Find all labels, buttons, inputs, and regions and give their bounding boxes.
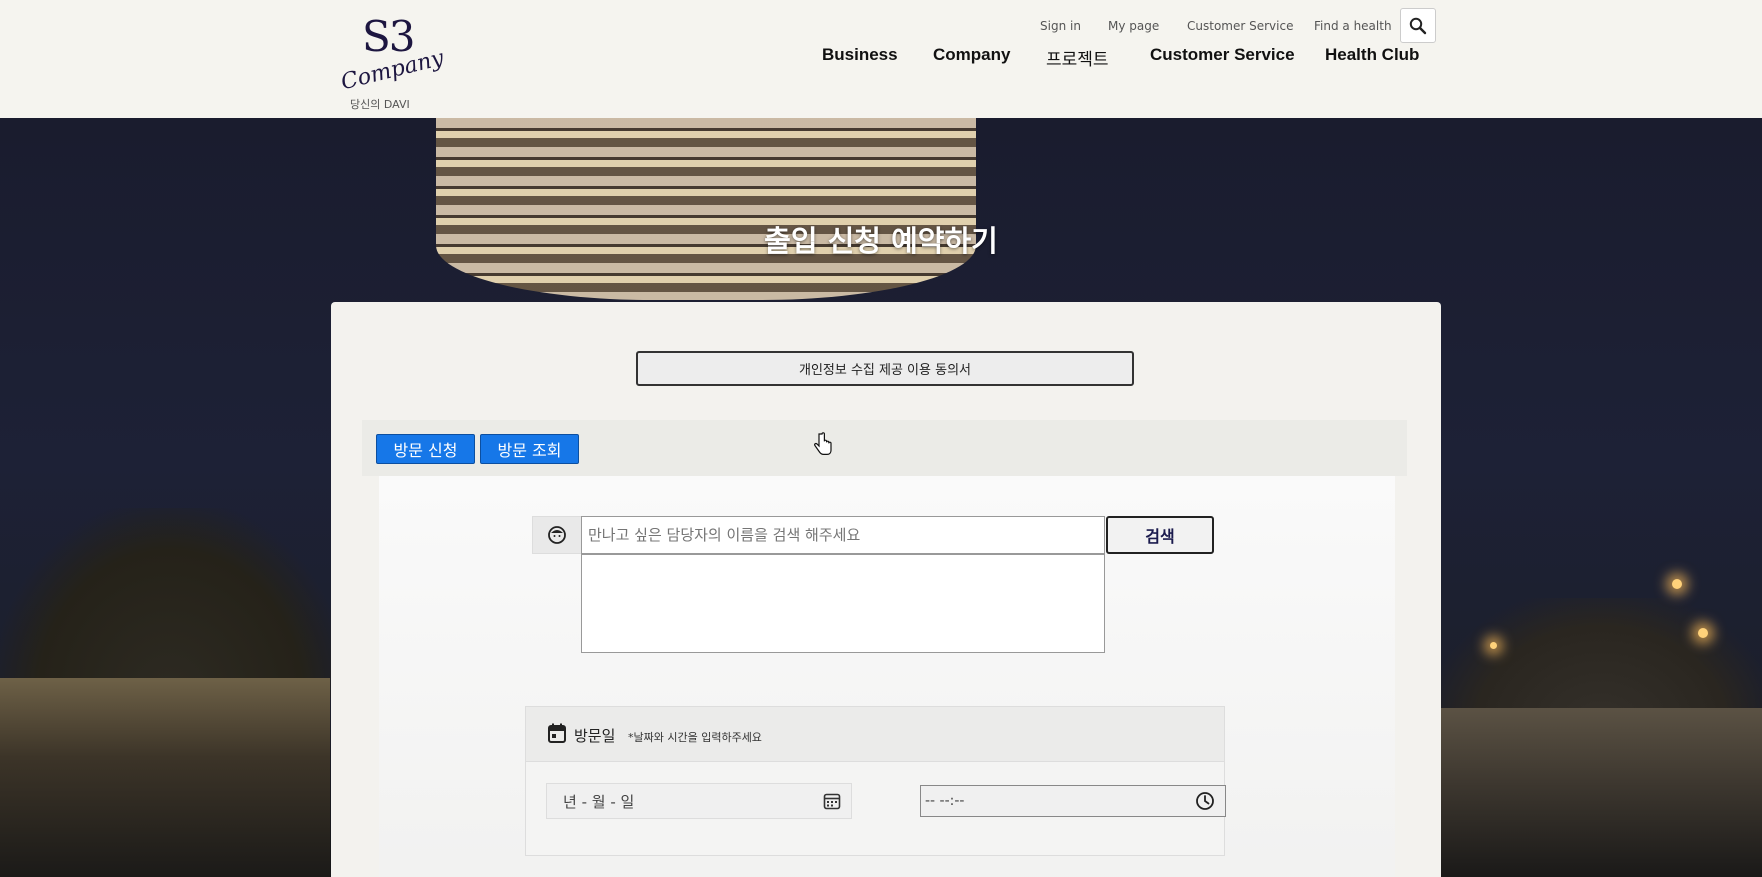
sign-in-link[interactable]: Sign in [1040,19,1081,33]
hero-background: 출입 신청 예약하기 개인정보 수집 제공 이용 동의서 방문 신청 방문 조회… [0,118,1762,877]
logo-tagline: 당신의 DAVI [350,98,410,111]
time-placeholder: -- --:-- [925,793,965,809]
nav-customer-service[interactable]: Customer Service [1150,45,1295,65]
visit-date-label: 방문일 [574,727,616,745]
my-page-link[interactable]: My page [1108,19,1159,33]
visit-date-header: 방문일 *날짜와 시간을 입력하주세요 [526,707,1224,762]
ground-left [0,678,330,877]
nav-project[interactable]: 프로젝트 [1046,45,1109,70]
company-logo[interactable]: S3 Company 당신의 DAVI [338,12,447,112]
tab-bar: 방문 신청 방문 조회 [362,420,1407,476]
person-addon [532,516,582,554]
street-lamp [1672,579,1682,589]
ground-right [1440,708,1762,877]
visit-form: 검색 방문일 *날짜와 시간을 입력하주세요 년 - 월 - 일 [379,476,1395,877]
nav-company[interactable]: Company [933,45,1010,65]
header-search-button[interactable] [1400,8,1436,43]
street-lamp [1698,628,1708,638]
nav-business[interactable]: Business [822,45,898,65]
clock-icon[interactable] [1195,791,1215,811]
visit-time-input[interactable]: -- --:-- [920,785,1226,817]
person-icon [548,526,566,544]
visit-date-hint: *날짜와 시간을 입력하주세요 [628,731,762,744]
search-button[interactable]: 검색 [1106,516,1214,554]
tab-visit-apply[interactable]: 방문 신청 [376,434,475,464]
trees-left [0,508,340,698]
hand-cursor-icon [814,432,832,455]
manager-search-input[interactable] [581,516,1105,554]
calendar-icon [548,723,566,743]
visit-date-input[interactable]: 년 - 월 - 일 [546,783,852,819]
page-title: 출입 신청 예약하기 [764,224,998,258]
visit-date-card: 방문일 *날짜와 시간을 입력하주세요 년 - 월 - 일 -- --:-- [525,706,1226,856]
tab-visit-lookup[interactable]: 방문 조회 [480,434,579,464]
building-image [436,118,976,300]
nav-health-club[interactable]: Health Club [1325,45,1419,65]
calendar-picker-icon[interactable] [823,792,841,810]
privacy-consent-button[interactable]: 개인정보 수집 제공 이용 동의서 [636,351,1134,386]
search-results-box[interactable] [581,554,1105,653]
site-header: S3 Company 당신의 DAVI Sign in My page Cust… [0,0,1762,118]
date-placeholder: 년 - 월 - 일 [563,792,635,811]
search-icon [1409,17,1427,34]
street-lamp [1490,642,1497,649]
customer-service-link[interactable]: Customer Service [1187,19,1293,33]
find-health-link[interactable]: Find a health [1314,19,1392,33]
reservation-panel: 개인정보 수집 제공 이용 동의서 방문 신청 방문 조회 검색 [331,302,1441,877]
